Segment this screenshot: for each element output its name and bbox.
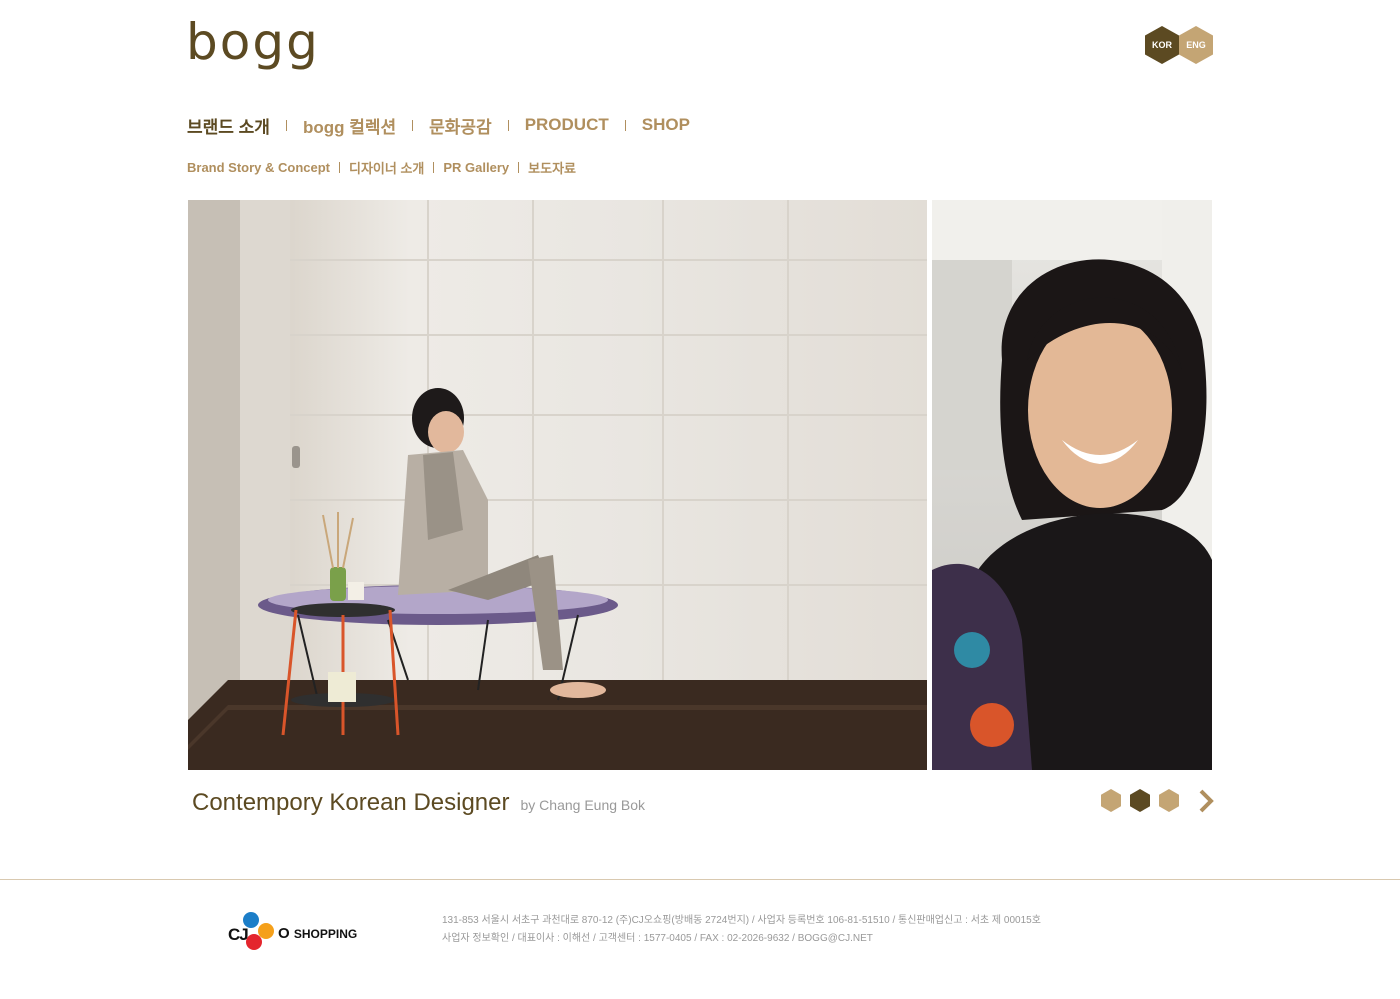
nav-divider (507, 119, 509, 131)
slide-byline: by Chang Eung Bok (520, 797, 646, 813)
slide-pager (1100, 789, 1187, 812)
footer-contact: 사업자 정보확인 / 대표이사 : 이해선 / 고객센터 : 1577-0405… (442, 933, 873, 944)
shopping-word: SHOPPING (293, 927, 358, 941)
nav-divider (624, 119, 626, 131)
nav-divider (339, 161, 341, 173)
o-letter: O (278, 925, 290, 942)
main-photo (188, 200, 927, 770)
pager-dot-1[interactable] (1100, 789, 1122, 812)
main-nav-collection[interactable]: bogg 컬렉션 (303, 113, 396, 138)
main-nav-brand-intro[interactable]: 브랜드 소개 (187, 113, 270, 138)
footer-divider (0, 879, 1400, 880)
footer-info: 131-853 서울시 서초구 과천대로 870-12 (주)CJ오쇼핑(방배동… (442, 912, 1041, 948)
sub-nav-designer[interactable]: 디자이너 소개 (349, 158, 424, 177)
main-nav-shop[interactable]: SHOP (642, 115, 690, 135)
hexagon-icon (1130, 789, 1150, 812)
footer-address: 131-853 서울시 서초구 과천대로 870-12 (주)CJ오쇼핑(방배동… (442, 915, 1041, 926)
sub-nav-pr-gallery[interactable]: PR Gallery (443, 160, 509, 175)
side-photo (932, 200, 1212, 770)
lang-kor-button[interactable]: KOR (1144, 26, 1180, 64)
hexagon-icon (1159, 789, 1179, 812)
pager-dot-3[interactable] (1158, 789, 1180, 812)
lang-eng-label: ENG (1186, 40, 1206, 50)
cj-o-shopping-logo[interactable]: CJ O SHOPPING (228, 910, 363, 952)
nav-divider (412, 119, 414, 131)
cj-text: CJ (228, 925, 249, 944)
lang-kor-label: KOR (1152, 40, 1172, 50)
slide-caption: Contempory Korean Designer by Chang Eung… (192, 789, 645, 817)
lang-eng-button[interactable]: ENG (1178, 26, 1214, 64)
next-slide-button[interactable] (1196, 788, 1216, 814)
nav-divider (433, 161, 435, 173)
sub-nav: Brand Story & Concept 디자이너 소개 PR Gallery… (187, 157, 576, 177)
main-nav-culture[interactable]: 문화공감 (429, 113, 492, 138)
hexagon-icon (1101, 789, 1121, 812)
chevron-right-icon (1199, 789, 1214, 813)
main-nav: 브랜드 소개 bogg 컬렉션 문화공감 PRODUCT SHOP (187, 112, 690, 138)
o-shopping-text: O SHOPPING (278, 925, 357, 942)
pager-dot-2[interactable] (1129, 789, 1151, 812)
nav-divider (518, 161, 520, 173)
sub-nav-press[interactable]: 보도자료 (528, 158, 576, 177)
brand-logo[interactable]: bogg (186, 14, 320, 70)
nav-divider (285, 119, 287, 131)
sub-nav-brand-story[interactable]: Brand Story & Concept (187, 160, 330, 175)
main-nav-product[interactable]: PRODUCT (525, 115, 609, 135)
slide-title: Contempory Korean Designer (192, 789, 510, 816)
